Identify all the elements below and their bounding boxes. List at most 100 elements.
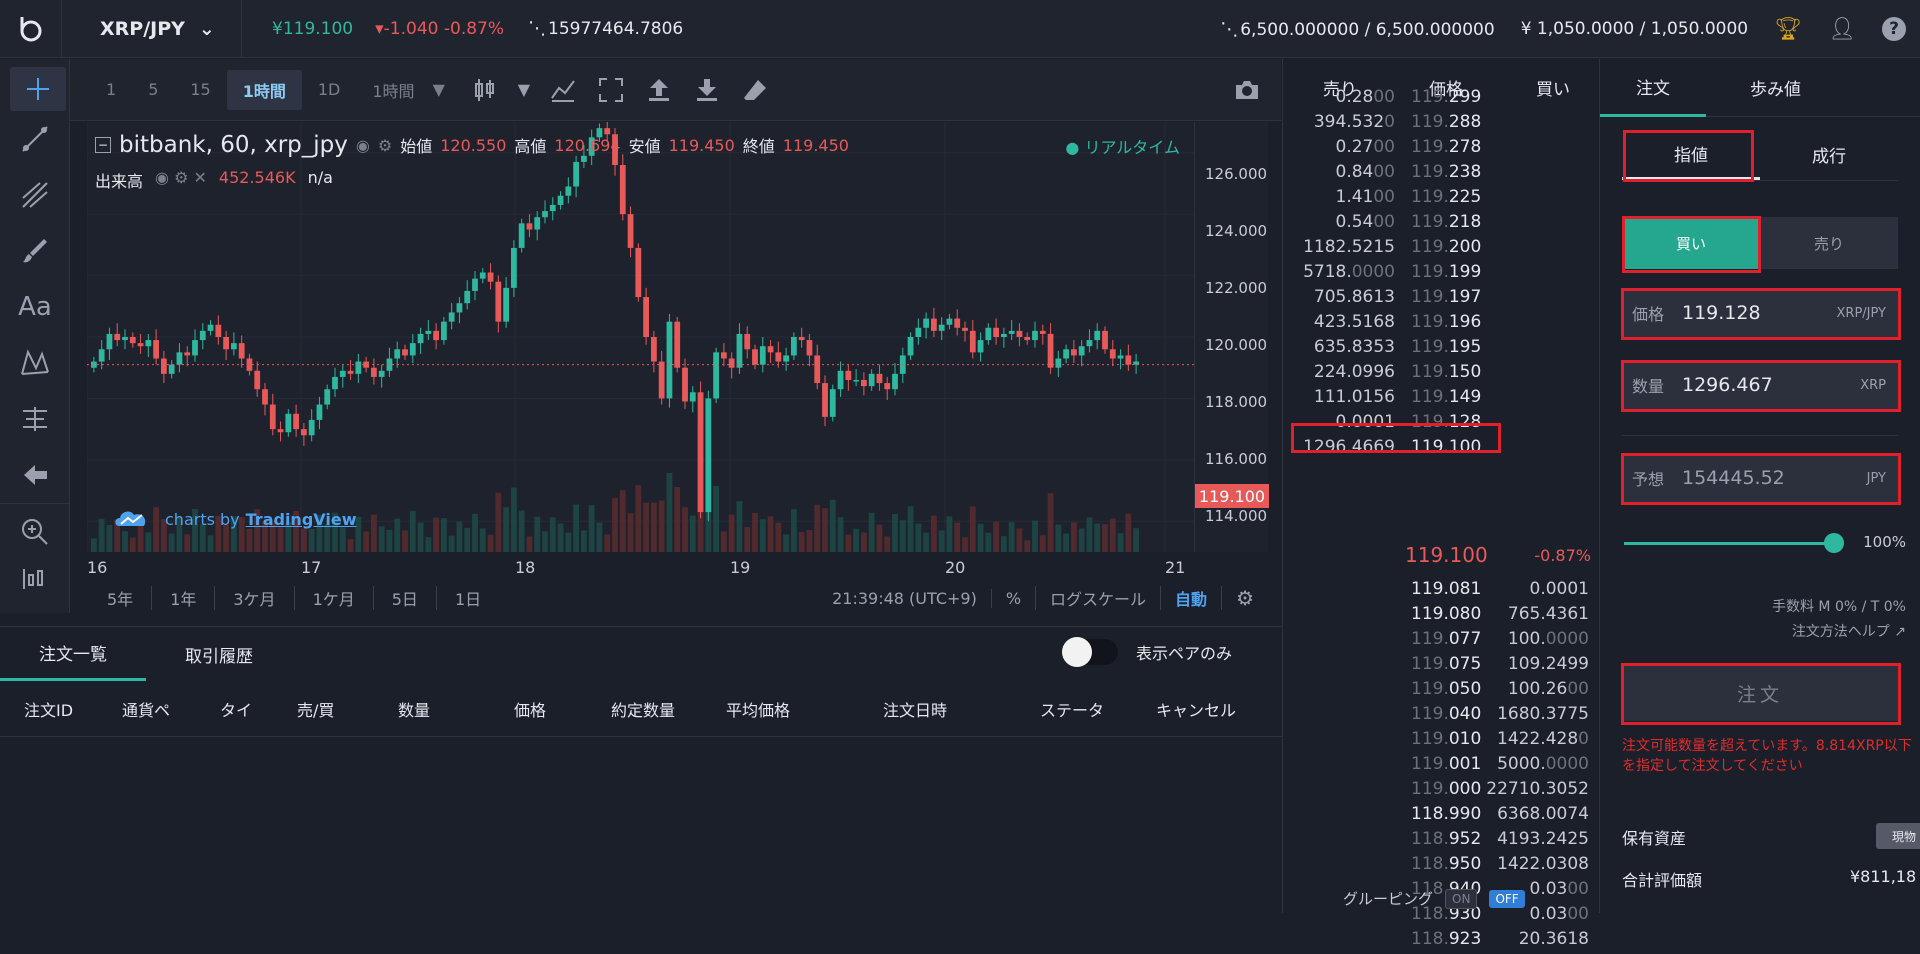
back-arrow-icon[interactable]: [0, 447, 70, 503]
interval-dropdown[interactable]: 1時間 ▼: [356, 70, 461, 110]
ask-row[interactable]: 111.0156 119.149: [1283, 387, 1601, 412]
ask-price-digits: 218: [1448, 212, 1482, 232]
help-icon[interactable]: ?: [1882, 17, 1906, 41]
column-header[interactable]: ステータ: [1040, 697, 1104, 721]
column-header[interactable]: 売/買: [297, 697, 334, 721]
toggle-switch[interactable]: [1061, 637, 1118, 667]
ask-row[interactable]: 1.4100 119.225: [1283, 187, 1601, 212]
bid-row[interactable]: 118.990 6368.0074: [1283, 804, 1601, 829]
bid-row[interactable]: 119.001 5000.0000: [1283, 754, 1601, 779]
fullscreen-icon[interactable]: [587, 70, 635, 110]
bid-row[interactable]: 119.075 109.2499: [1283, 654, 1601, 679]
eraser-icon[interactable]: [731, 70, 779, 110]
log-scale-toggle[interactable]: ログスケール: [1035, 586, 1160, 610]
range-5y[interactable]: 5年: [87, 586, 153, 610]
tab-trades[interactable]: 歩み値: [1706, 59, 1837, 117]
upload-icon[interactable]: [635, 70, 683, 110]
eye-icon[interactable]: ◉ ⚙ ✕: [155, 168, 207, 192]
percent-toggle[interactable]: %: [990, 588, 1035, 608]
grouping-off-button[interactable]: OFF: [1489, 889, 1525, 908]
sell-button[interactable]: 売り: [1760, 217, 1898, 269]
ask-row[interactable]: 1182.5215 119.200: [1283, 237, 1601, 262]
gear-icon[interactable]: ⚙: [1221, 586, 1268, 610]
ask-row[interactable]: 394.5320 119.288: [1283, 112, 1601, 137]
slider-handle[interactable]: [1824, 533, 1844, 553]
grouping-on-button[interactable]: ON: [1445, 888, 1478, 909]
bid-row[interactable]: 118.950 1422.0308: [1283, 854, 1601, 879]
bid-row[interactable]: 119.010 1422.4280: [1283, 729, 1601, 754]
pattern-tool[interactable]: [0, 335, 70, 391]
order-help-link[interactable]: 注文方法ヘルプ ↗: [1792, 621, 1906, 641]
caret-down-icon[interactable]: ▼: [509, 70, 539, 110]
settings-icon[interactable]: ⚙: [378, 136, 392, 155]
tab-market[interactable]: 成行: [1760, 129, 1898, 180]
pitchfork-tool[interactable]: [0, 167, 70, 223]
range-5d[interactable]: 5日: [374, 586, 437, 610]
current-time[interactable]: 21:39:48 (UTC+9): [832, 589, 991, 608]
trophy-icon[interactable]: 🏆︎: [1774, 17, 1802, 42]
auto-scale-toggle[interactable]: 自動: [1160, 586, 1221, 610]
ask-row[interactable]: 0.8400 119.238: [1283, 162, 1601, 187]
column-header[interactable]: 平均価格: [726, 697, 790, 721]
tab-order[interactable]: 注文: [1600, 59, 1706, 117]
time-axis[interactable]: 16 17 18 19 20 21: [87, 552, 1268, 582]
range-1m[interactable]: 1ケ月: [295, 586, 374, 610]
bid-row[interactable]: 119.080 765.4361: [1283, 604, 1601, 629]
amount-slider[interactable]: [1624, 533, 1844, 553]
indicators-icon[interactable]: [539, 70, 587, 110]
ask-row[interactable]: 224.0996 119.150: [1283, 362, 1601, 387]
column-header[interactable]: キャンセル: [1156, 697, 1236, 721]
column-header[interactable]: タイ: [220, 697, 252, 721]
camera-icon[interactable]: [1223, 70, 1271, 110]
measure-tool[interactable]: [0, 391, 70, 447]
ask-row[interactable]: 0.5400 119.218: [1283, 212, 1601, 237]
column-header[interactable]: 約定数量: [611, 697, 675, 721]
text-tool[interactable]: Aa: [0, 279, 70, 335]
ask-row[interactable]: 5718.0000 119.199: [1283, 262, 1601, 287]
user-icon[interactable]: 👤︎: [1828, 17, 1856, 42]
timeframe-15[interactable]: 15: [174, 70, 226, 110]
tab-trade-history[interactable]: 取引履歴: [146, 627, 292, 681]
ask-row[interactable]: 635.8353 119.195: [1283, 337, 1601, 362]
range-1y[interactable]: 1年: [152, 586, 216, 610]
column-header[interactable]: 価格: [514, 697, 546, 721]
price-axis[interactable]: 126.000 124.000 122.000 120.000 118.000 …: [1194, 122, 1269, 552]
tradingview-link[interactable]: TradingView: [246, 510, 357, 529]
bid-row[interactable]: 118.952 4193.2425: [1283, 829, 1601, 854]
ask-row[interactable]: 423.5168 119.196: [1283, 312, 1601, 337]
ask-row[interactable]: 0.2800 119.299: [1283, 87, 1601, 112]
candles-tool-icon[interactable]: [0, 559, 70, 589]
bid-row[interactable]: 119.040 1680.3775: [1283, 704, 1601, 729]
pair-only-toggle[interactable]: 表示ペアのみ: [1061, 637, 1232, 667]
price-chart[interactable]: − bitbank, 60, xrp_jpy ◉ ⚙ 始値 120.550 高値 1…: [87, 122, 1194, 552]
crosshair-tool[interactable]: [10, 67, 66, 111]
range-3m[interactable]: 3ケ月: [215, 586, 295, 610]
column-header[interactable]: 注文日時: [883, 697, 947, 721]
range-1d[interactable]: 1日: [437, 586, 499, 610]
column-header[interactable]: 通貨ペ: [122, 697, 170, 721]
column-header[interactable]: 注文ID: [24, 697, 73, 721]
timeframe-1d[interactable]: 1D: [302, 70, 357, 110]
bid-row[interactable]: 119.081 0.0001: [1283, 579, 1601, 604]
bid-row[interactable]: 119.077 100.0000: [1283, 629, 1601, 654]
timeframe-5[interactable]: 5: [132, 70, 174, 110]
trend-line-tool[interactable]: [0, 111, 70, 167]
ask-row[interactable]: 705.8613 119.197: [1283, 287, 1601, 312]
spot-badge[interactable]: 現物: [1876, 823, 1920, 849]
bitbank-logo[interactable]: [0, 0, 62, 58]
pair-selector[interactable]: XRP/JPY ⌄: [62, 0, 242, 58]
timeframe-1h[interactable]: 1時間: [226, 69, 302, 110]
timeframe-1[interactable]: 1: [70, 70, 132, 110]
download-icon[interactable]: [683, 70, 731, 110]
bid-row[interactable]: 118.923 20.3618: [1283, 929, 1601, 954]
tab-open-orders[interactable]: 注文一覧: [0, 627, 146, 681]
collapse-icon[interactable]: −: [95, 137, 111, 153]
zoom-in-icon[interactable]: [0, 503, 70, 559]
column-header[interactable]: 数量: [398, 697, 430, 721]
ask-row[interactable]: 0.2700 119.278: [1283, 137, 1601, 162]
bid-row[interactable]: 119.050 100.2600: [1283, 679, 1601, 704]
bid-row[interactable]: 119.000 22710.3052: [1283, 779, 1601, 804]
brush-tool[interactable]: [0, 223, 70, 279]
candle-type-icon[interactable]: [461, 70, 509, 110]
eye-icon[interactable]: ◉: [356, 136, 370, 155]
